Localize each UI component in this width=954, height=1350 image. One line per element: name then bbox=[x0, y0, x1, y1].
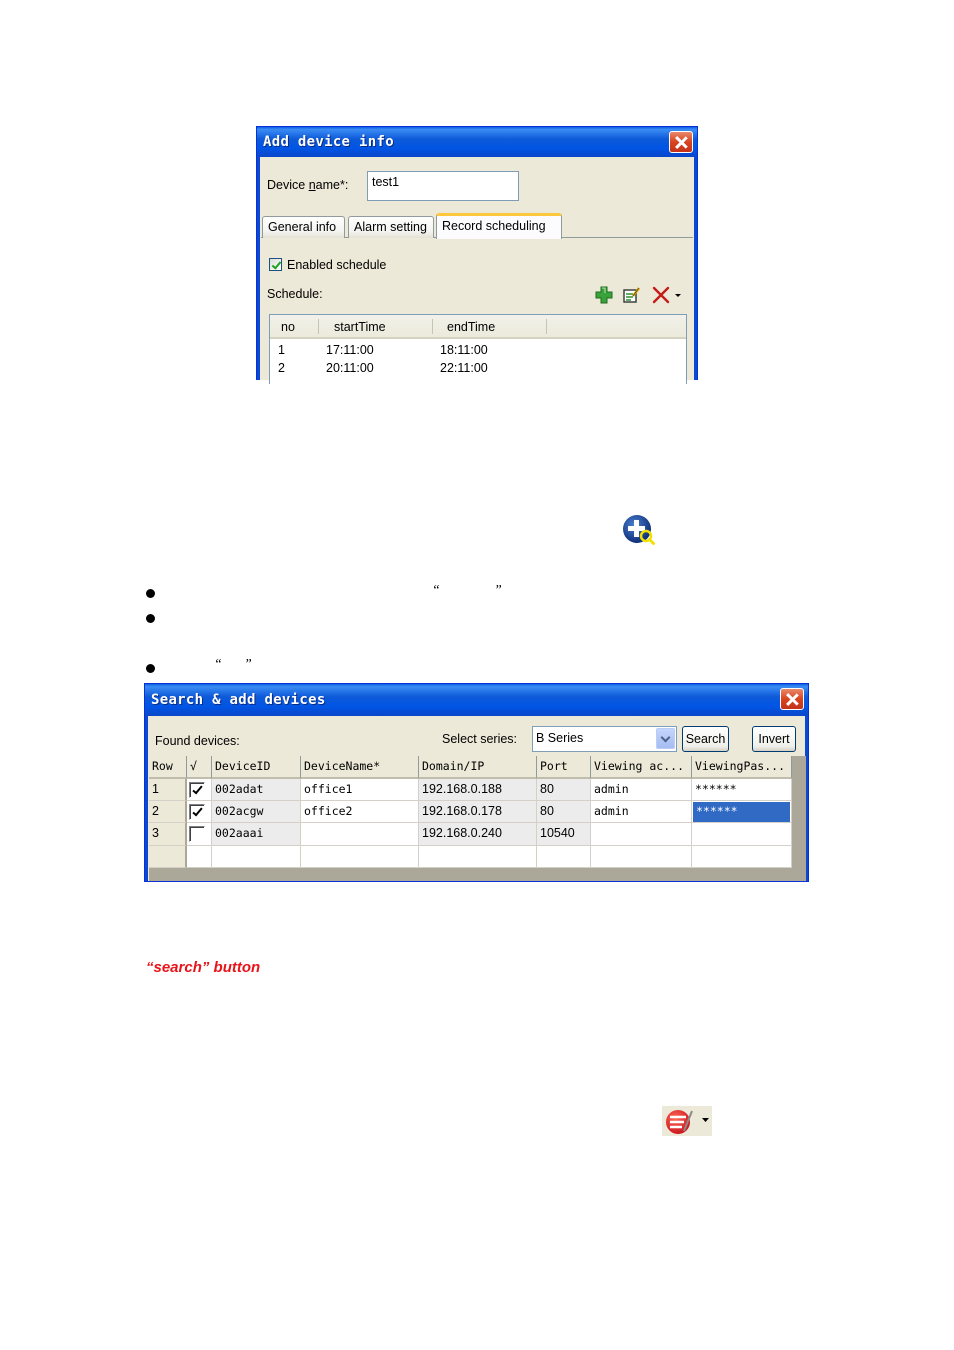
quote-close: ” bbox=[244, 657, 252, 672]
cell-viewing-password[interactable]: ****** bbox=[692, 779, 792, 801]
cell-viewing-account[interactable]: admin bbox=[591, 779, 692, 801]
cell-end-time: 22:11:00 bbox=[440, 361, 488, 375]
edit-icon[interactable] bbox=[623, 286, 641, 304]
delete-icon[interactable] bbox=[652, 286, 670, 304]
schedule-label: Schedule: bbox=[267, 287, 323, 301]
grid-scroll-area bbox=[792, 756, 806, 868]
cell-port: 80 bbox=[537, 779, 591, 801]
cell-device-id: 002acgw bbox=[212, 801, 301, 823]
column-header-viewing-password[interactable]: ViewingPas... bbox=[692, 756, 792, 779]
cell-viewing-account[interactable] bbox=[591, 823, 692, 846]
column-header-viewing-account[interactable]: Viewing ac... bbox=[591, 756, 692, 779]
cell-no: 2 bbox=[278, 361, 285, 375]
row-select-checkbox[interactable] bbox=[189, 782, 205, 798]
cell-domain-ip: 192.168.0.188 bbox=[419, 779, 537, 801]
quote-open: “ bbox=[214, 657, 222, 672]
found-devices-grid: Row √ DeviceID DeviceName* Domain/IP Por… bbox=[149, 756, 806, 881]
bullet-marker bbox=[146, 664, 155, 673]
tab-general-info[interactable]: General info bbox=[262, 216, 345, 238]
cell-no: 1 bbox=[278, 343, 285, 357]
add-icon[interactable] bbox=[595, 286, 613, 304]
select-series-label: Select series: bbox=[442, 732, 518, 746]
cell-device-id: 002aaai bbox=[212, 823, 301, 846]
column-header-starttime[interactable]: startTime bbox=[334, 315, 386, 337]
record-menu-button[interactable] bbox=[662, 1106, 712, 1136]
cell-viewing-password-selected[interactable]: ****** bbox=[693, 802, 790, 822]
dropdown-arrow-icon[interactable] bbox=[702, 1117, 710, 1123]
column-header-check[interactable]: √ bbox=[187, 756, 212, 779]
search-button[interactable]: Search bbox=[682, 726, 729, 752]
row-select-checkbox[interactable] bbox=[189, 804, 205, 820]
quote-open: “ bbox=[432, 583, 440, 598]
cell-device-id: 002adat bbox=[212, 779, 301, 801]
column-header-domain-ip[interactable]: Domain/IP bbox=[419, 756, 537, 779]
cell-device-name[interactable]: office1 bbox=[301, 779, 419, 801]
cell-row: 2 bbox=[149, 801, 187, 823]
dialog-title: Search & add devices bbox=[145, 684, 808, 716]
cell-domain-ip: 192.168.0.178 bbox=[419, 801, 537, 823]
invert-button[interactable]: Invert bbox=[752, 726, 796, 752]
tab-alarm-setting[interactable]: Alarm setting bbox=[348, 216, 434, 238]
cell-viewing-account[interactable]: admin bbox=[591, 801, 692, 823]
chevron-down-icon[interactable] bbox=[656, 728, 675, 749]
series-select-value: B Series bbox=[536, 731, 584, 745]
close-button[interactable] bbox=[780, 688, 804, 710]
cell-row: 3 bbox=[149, 823, 187, 846]
row-select-checkbox[interactable] bbox=[189, 826, 205, 842]
enabled-schedule-label: Enabled schedule bbox=[287, 258, 387, 272]
cell-viewing-password[interactable] bbox=[692, 823, 792, 846]
search-add-devices-dialog: Search & add devices Found devices: Sele… bbox=[144, 683, 809, 882]
column-header-device-id[interactable]: DeviceID bbox=[212, 756, 301, 779]
cell-port: 10540 bbox=[537, 823, 591, 846]
cell-device-name[interactable] bbox=[301, 823, 419, 846]
cell-row: 1 bbox=[149, 779, 187, 801]
tab-record-scheduling[interactable]: Record scheduling bbox=[436, 213, 562, 239]
device-name-label: Device name*: bbox=[267, 178, 349, 192]
search-button-note: “search” button bbox=[146, 959, 261, 976]
dropdown-arrow-icon[interactable] bbox=[673, 286, 683, 304]
close-button[interactable] bbox=[669, 131, 693, 153]
cell-start-time: 17:11:00 bbox=[326, 343, 374, 357]
cell-port: 80 bbox=[537, 801, 591, 823]
column-header-no[interactable]: no bbox=[281, 315, 295, 337]
found-devices-label: Found devices: bbox=[155, 734, 240, 748]
schedule-grid-header: no startTime endTime bbox=[270, 315, 686, 339]
add-device-info-dialog: Add device info Device name*: test1 Gene… bbox=[256, 126, 698, 384]
bullet-marker bbox=[146, 589, 155, 598]
column-header-device-name[interactable]: DeviceName* bbox=[301, 756, 419, 779]
search-add-device-icon[interactable] bbox=[622, 514, 656, 548]
record-menu-icon bbox=[666, 1110, 693, 1134]
device-name-input[interactable]: test1 bbox=[367, 171, 519, 201]
column-header-port[interactable]: Port bbox=[537, 756, 591, 779]
bullet-marker bbox=[146, 614, 155, 623]
cell-start-time: 20:11:00 bbox=[326, 361, 374, 375]
column-header-row[interactable]: Row bbox=[149, 756, 187, 779]
cell-device-name[interactable]: office2 bbox=[301, 801, 419, 823]
enabled-schedule-checkbox[interactable] bbox=[269, 258, 282, 271]
cell-end-time: 18:11:00 bbox=[440, 343, 488, 357]
cell-domain-ip: 192.168.0.240 bbox=[419, 823, 537, 846]
series-select[interactable]: B Series bbox=[532, 726, 677, 752]
quote-close: ” bbox=[494, 583, 502, 598]
schedule-grid: no startTime endTime 1 17:11:00 18:11:00… bbox=[269, 314, 687, 384]
dialog-title: Add device info bbox=[257, 127, 697, 157]
column-header-endtime[interactable]: endTime bbox=[447, 315, 495, 337]
